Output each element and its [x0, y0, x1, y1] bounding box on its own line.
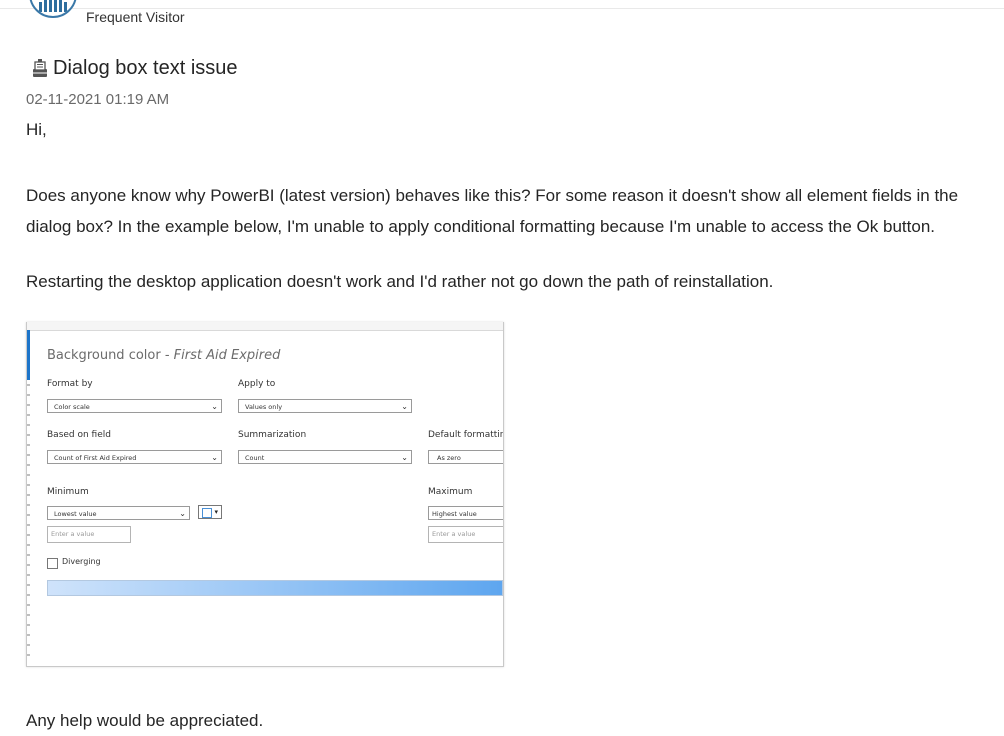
post-greeting: Hi, [26, 120, 47, 139]
apply-to-select[interactable]: Values only ⌄ [238, 399, 412, 413]
chevron-down-icon: ⌄ [401, 453, 408, 462]
post-closing: Any help would be appreciated. [26, 711, 264, 730]
apply-to-label: Apply to [238, 379, 276, 389]
screenshot-top-edge [27, 322, 503, 331]
minimum-label: Minimum [47, 487, 89, 497]
minimum-value-input[interactable]: Enter a value [47, 526, 131, 543]
chevron-down-icon: ⌄ [179, 509, 186, 518]
minimum-color-picker[interactable]: ▾ [198, 505, 222, 519]
summarization-select[interactable]: Count ⌄ [238, 450, 412, 464]
minimum-select[interactable]: Lowest value ⌄ [47, 506, 190, 520]
based-on-field-label: Based on field [47, 430, 111, 440]
format-by-select[interactable]: Color scale ⌄ [47, 399, 222, 413]
color-swatch-icon [202, 508, 212, 518]
maximum-value-input[interactable]: Enter a value [428, 526, 503, 543]
format-by-label: Format by [47, 379, 93, 389]
dialog-title-text: Background color - [47, 348, 174, 363]
maximum-label: Maximum [428, 487, 473, 497]
dialog-title: Background color - First Aid Expired [47, 348, 280, 363]
author-avatar[interactable] [29, 0, 77, 18]
maximum-select[interactable]: Highest value [428, 506, 503, 520]
chevron-down-icon: ⌄ [211, 402, 218, 411]
attached-screenshot[interactable]: Background color - First Aid Expired For… [26, 322, 504, 667]
diverging-checkbox[interactable] [47, 558, 58, 569]
diverging-label: Diverging [62, 557, 101, 566]
post-paragraph: Does anyone know why PowerBI (latest ver… [26, 186, 959, 236]
post-paragraph: Restarting the desktop application doesn… [26, 272, 774, 291]
summarization-label: Summarization [238, 430, 307, 440]
based-on-field-select[interactable]: Count of First Aid Expired ⌄ [47, 450, 222, 464]
default-formatting-label: Default formattir [428, 430, 504, 440]
color-scale-preview [47, 580, 503, 596]
post-date: 02-11-2021 01:19 AM [26, 91, 170, 108]
dialog-title-field: First Aid Expired [173, 348, 281, 363]
post-subject: Dialog box text issue [53, 57, 238, 79]
chevron-down-icon: ⌄ [211, 453, 218, 462]
author-rank: Frequent Visitor [86, 9, 185, 25]
default-formatting-select[interactable]: As zero [428, 450, 503, 464]
accent-edge [27, 330, 30, 380]
message-subject-icon [33, 59, 47, 77]
left-edge-marks [27, 384, 30, 659]
chevron-down-icon: ⌄ [401, 402, 408, 411]
caret-down-icon: ▾ [214, 508, 218, 516]
